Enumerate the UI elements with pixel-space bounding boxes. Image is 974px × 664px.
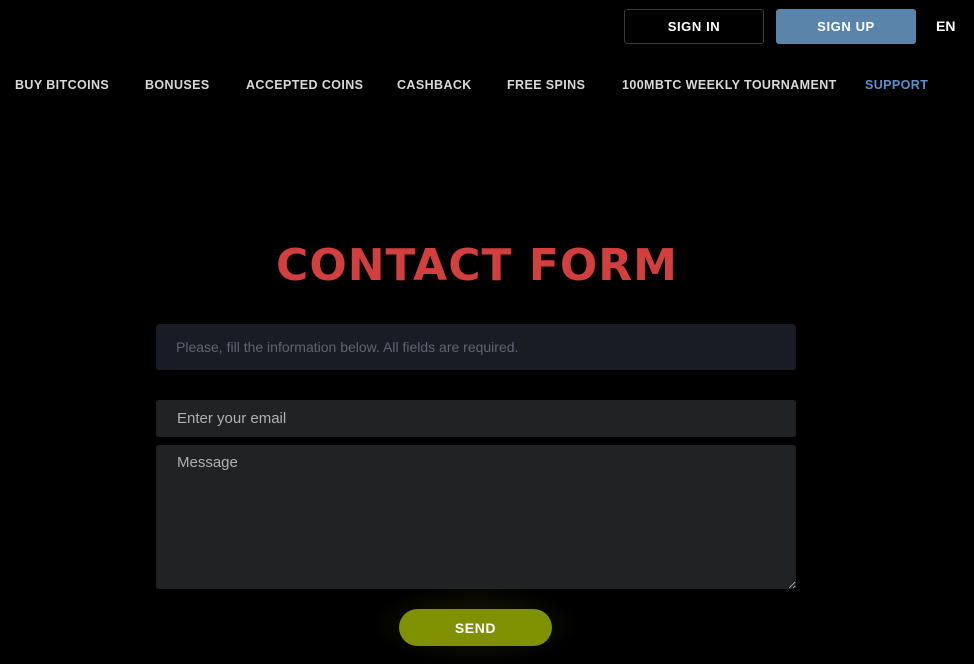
nav-item-free-spins[interactable]: FREE SPINS bbox=[507, 78, 585, 92]
nav-item-support[interactable]: SUPPORT bbox=[865, 78, 928, 92]
page-title: CONTACT FORM bbox=[276, 240, 678, 291]
form-info-text: Please, fill the information below. All … bbox=[176, 339, 519, 355]
sign-in-button[interactable]: SIGN IN bbox=[624, 9, 764, 44]
email-input[interactable] bbox=[156, 400, 796, 437]
send-button[interactable]: SEND bbox=[399, 609, 552, 646]
nav-item-weekly-tournament[interactable]: 100MBTC WEEKLY TOURNAMENT bbox=[622, 78, 837, 92]
sign-up-button[interactable]: SIGN UP bbox=[776, 9, 916, 44]
nav-item-bonuses[interactable]: BONUSES bbox=[145, 78, 210, 92]
nav-item-buy-bitcoins[interactable]: BUY BITCOINS bbox=[15, 78, 109, 92]
nav-item-accepted-coins[interactable]: ACCEPTED COINS bbox=[246, 78, 363, 92]
nav-item-cashback[interactable]: CASHBACK bbox=[397, 78, 472, 92]
language-selector[interactable]: EN bbox=[936, 18, 955, 34]
main-nav: BUY BITCOINS BONUSES ACCEPTED COINS CASH… bbox=[0, 78, 974, 94]
message-textarea[interactable] bbox=[156, 445, 796, 589]
form-info-banner: Please, fill the information below. All … bbox=[156, 324, 796, 370]
